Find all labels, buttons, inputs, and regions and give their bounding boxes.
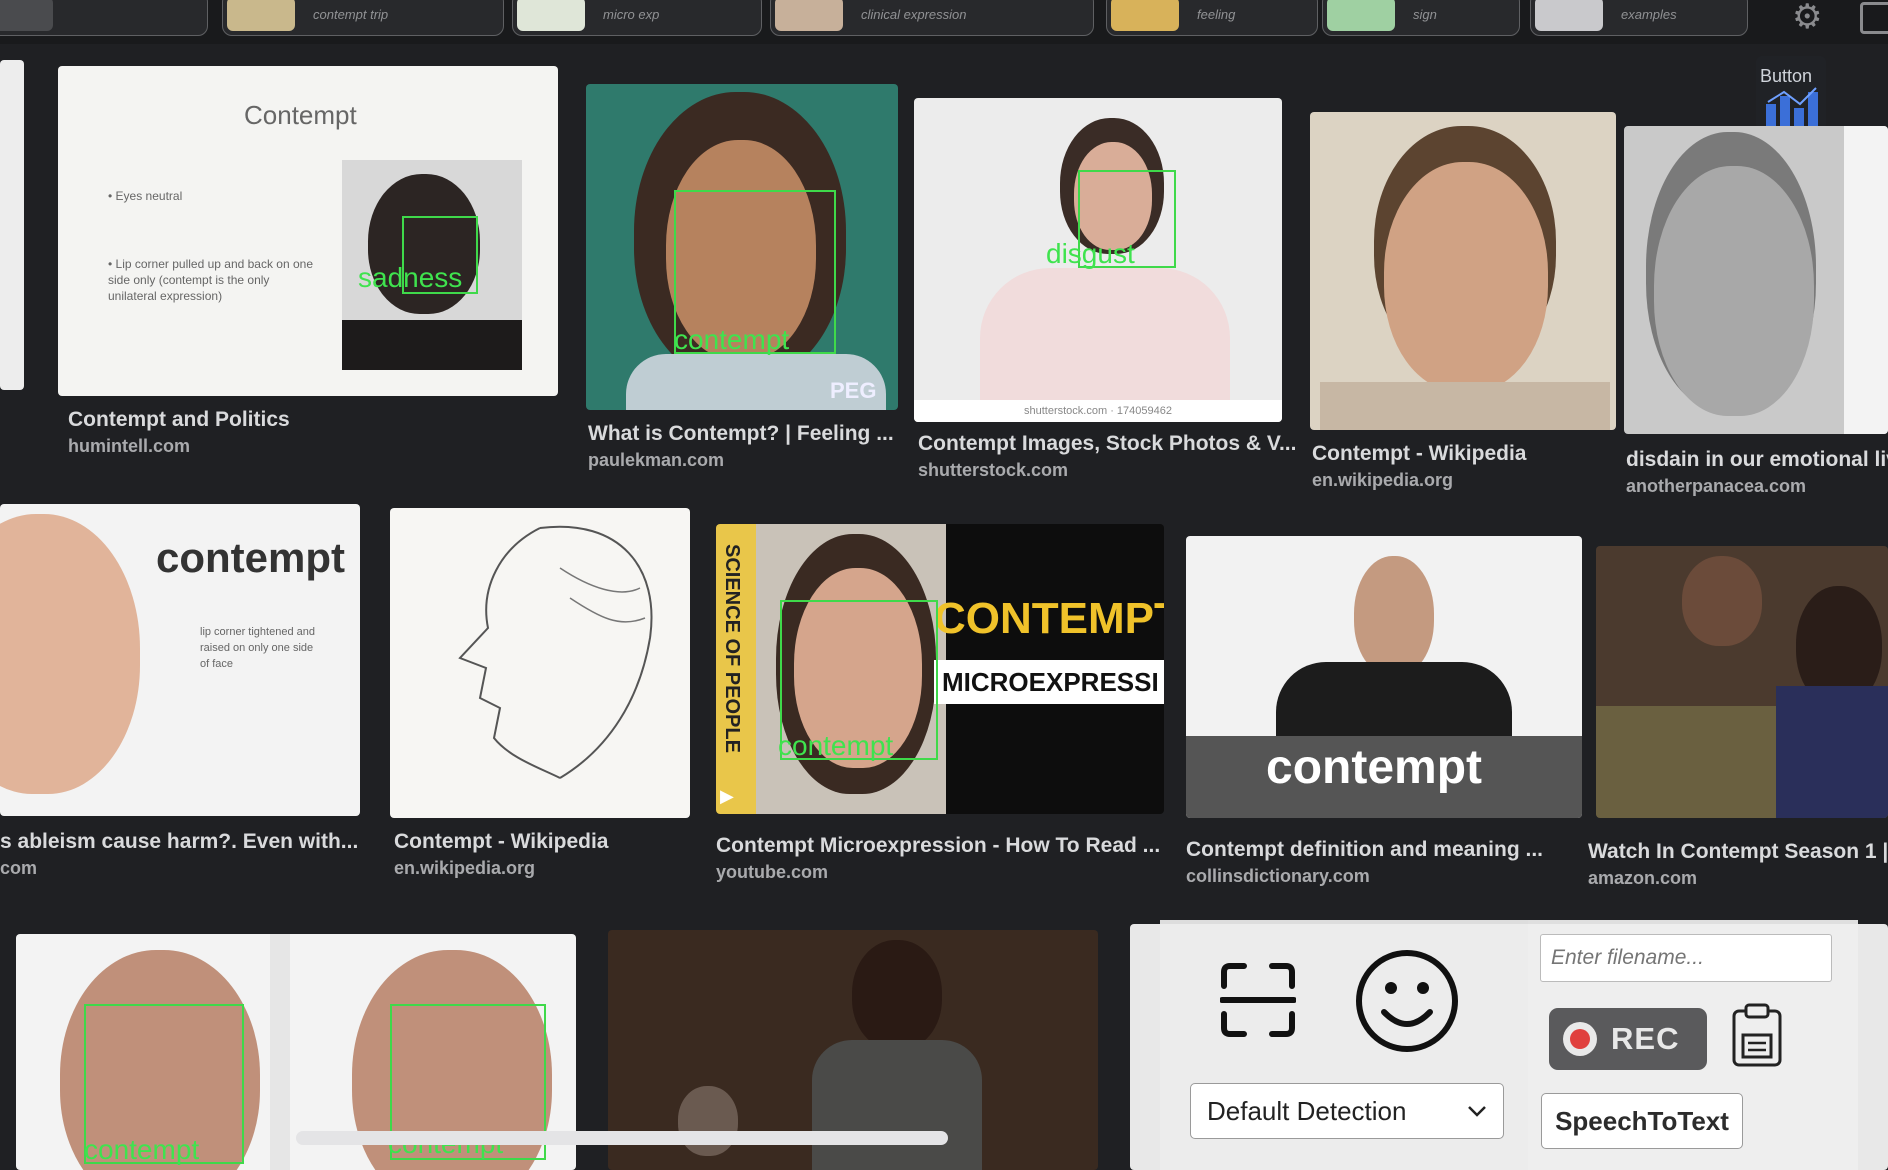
image-word: contempt bbox=[1266, 741, 1482, 794]
result-source: paulekman.com bbox=[588, 450, 725, 470]
result-image-sketch[interactable] bbox=[390, 508, 690, 818]
clipboard-save-icon[interactable] bbox=[1730, 1003, 1784, 1069]
speech-to-text-button[interactable]: SpeechToText bbox=[1541, 1093, 1743, 1149]
result-caption[interactable]: Contempt Images, Stock Photos & V... shu… bbox=[918, 432, 1296, 481]
result-source: shutterstock.com bbox=[918, 460, 1069, 480]
filter-chip[interactable]: micro exp bbox=[512, 0, 762, 36]
result-image-slide[interactable]: Contempt • Eyes neutral • Lip corner pul… bbox=[58, 66, 558, 396]
result-source: anotherpanacea.com bbox=[1626, 476, 1807, 496]
filter-chip[interactable]: examples bbox=[1530, 0, 1748, 36]
filter-chip[interactable] bbox=[0, 0, 208, 36]
filter-chip[interactable]: sign bbox=[1322, 0, 1520, 36]
record-label: REC bbox=[1611, 1021, 1680, 1056]
result-source: youtube.com bbox=[716, 862, 829, 882]
record-button[interactable]: REC bbox=[1549, 1008, 1707, 1070]
result-caption[interactable]: What is Contempt? | Feeling ... paulekma… bbox=[588, 422, 894, 471]
slide-bullet: • Lip corner pulled up and back on one s… bbox=[108, 257, 314, 303]
result-title[interactable]: Contempt Microexpression - How To Read .… bbox=[716, 834, 1160, 858]
debug-button-label: Button bbox=[1760, 66, 1813, 86]
filename-input[interactable] bbox=[1540, 934, 1832, 982]
result-source: humintell.com bbox=[68, 436, 191, 456]
slide-bullet: • Eyes neutral bbox=[108, 189, 183, 203]
record-dot-icon bbox=[1563, 1022, 1597, 1056]
result-title[interactable]: Watch In Contempt Season 1 | Prim bbox=[1588, 840, 1888, 864]
scan-icon[interactable] bbox=[1220, 962, 1296, 1038]
emotion-label: contempt bbox=[674, 324, 790, 355]
result-title[interactable]: What is Contempt? | Feeling ... bbox=[588, 422, 894, 446]
result-image-scene[interactable] bbox=[1596, 546, 1888, 818]
result-source: en.wikipedia.org bbox=[394, 858, 536, 878]
detection-mode-value: Default Detection bbox=[1207, 1095, 1407, 1126]
bar-chart-icon bbox=[1766, 87, 1818, 126]
image-footer: shutterstock.com · 174059462 bbox=[914, 400, 1282, 422]
result-image-portrait[interactable] bbox=[1310, 112, 1616, 430]
grid-icon[interactable] bbox=[1860, 2, 1888, 34]
slide-word: contempt bbox=[156, 534, 345, 581]
result-caption[interactable]: Contempt definition and meaning ... coll… bbox=[1186, 838, 1543, 887]
result-source: en.wikipedia.org bbox=[1312, 470, 1454, 490]
result-title[interactable]: disdain in our emotional lives ... bbox=[1626, 448, 1888, 472]
slide-title: Contempt bbox=[244, 100, 357, 130]
emotion-label: sadness bbox=[358, 262, 463, 293]
result-title[interactable]: Contempt and Politics bbox=[68, 408, 290, 432]
debug-chart-button[interactable]: Button bbox=[1756, 56, 1826, 130]
image-watermark: PEG bbox=[830, 378, 877, 403]
gear-icon[interactable]: ⚙ bbox=[1792, 0, 1822, 34]
result-caption[interactable]: Contempt Microexpression - How To Read .… bbox=[716, 834, 1160, 883]
result-caption[interactable]: Contempt - Wikipedia en.wikipedia.org bbox=[394, 830, 608, 879]
result-caption[interactable]: s ableism cause harm?. Even with... com bbox=[0, 830, 358, 879]
result-image-portrait[interactable]: contempt bbox=[1186, 536, 1582, 818]
result-image-partial[interactable] bbox=[0, 60, 24, 390]
slide-note: lip corner tightened and raised on only … bbox=[200, 626, 315, 670]
result-title[interactable]: Contempt - Wikipedia bbox=[394, 830, 608, 854]
emotion-label: contempt bbox=[84, 1134, 200, 1165]
result-image-portrait[interactable] bbox=[1624, 126, 1888, 434]
result-caption[interactable]: disdain in our emotional lives ... anoth… bbox=[1626, 448, 1888, 497]
result-source: amazon.com bbox=[1588, 868, 1698, 888]
filter-chip[interactable]: feeling bbox=[1106, 0, 1318, 36]
smiley-icon[interactable] bbox=[1354, 948, 1460, 1054]
result-title[interactable]: s ableism cause harm?. Even with... bbox=[0, 830, 358, 854]
result-source: collinsdictionary.com bbox=[1186, 866, 1370, 886]
emotion-label: disgust bbox=[1046, 238, 1135, 269]
video-banner: CONTEMPT bbox=[934, 594, 1164, 643]
play-icon[interactable]: ▶ bbox=[720, 786, 734, 807]
video-sub-banner: MICROEXPRESSI bbox=[934, 660, 1164, 704]
result-caption[interactable]: Contempt - Wikipedia en.wikipedia.org bbox=[1312, 442, 1526, 491]
result-title[interactable]: Contempt - Wikipedia bbox=[1312, 442, 1526, 466]
result-caption[interactable]: Contempt and Politics humintell.com bbox=[68, 408, 290, 457]
emotion-label: contempt bbox=[778, 730, 894, 761]
result-title[interactable]: Contempt definition and meaning ... bbox=[1186, 838, 1543, 862]
horizontal-scrollbar[interactable] bbox=[296, 1131, 948, 1145]
filter-chip[interactable]: contempt trip bbox=[222, 0, 504, 36]
filter-chip-bar: contempt trip micro exp clinical express… bbox=[0, 0, 1888, 44]
result-title[interactable]: Contempt Images, Stock Photos & V... bbox=[918, 432, 1296, 456]
detection-mode-select[interactable]: Default Detection bbox=[1190, 1083, 1504, 1139]
result-caption[interactable]: Watch In Contempt Season 1 | Prim amazon… bbox=[1588, 840, 1888, 889]
chevron-down-icon bbox=[1468, 1106, 1486, 1117]
filter-chip[interactable]: clinical expression bbox=[770, 0, 1094, 36]
result-source: com bbox=[0, 858, 38, 878]
video-side-text: SCIENCE OF PEOPLE bbox=[721, 544, 743, 753]
result-image-slide[interactable]: contempt lip corner tightened and raised… bbox=[0, 504, 360, 816]
